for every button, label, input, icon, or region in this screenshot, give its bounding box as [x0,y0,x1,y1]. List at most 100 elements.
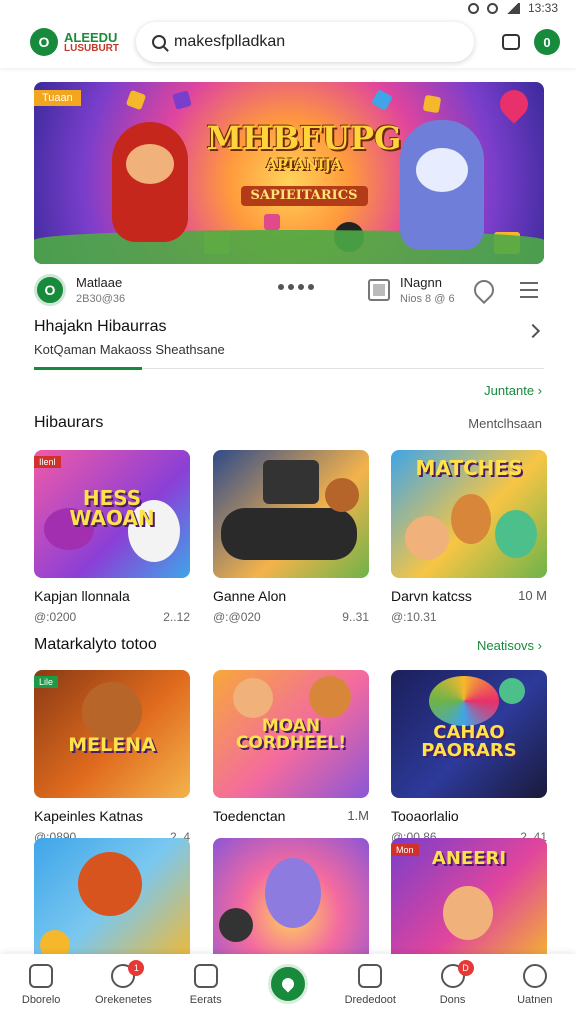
search-icon [152,35,166,49]
bottom-nav: Dborelo 1 Orekenetes Eerats Drededoot D … [0,954,576,1024]
game-card[interactable]: Mon ANEERI [391,838,547,966]
section2-title: Matarkalyto totoo [34,636,157,653]
game-name: Tooaorlalio [391,808,459,824]
search-bar[interactable]: makesfplladkan [136,22,474,62]
banner-red-bear [112,122,188,242]
thumb-title: MELENA [68,734,156,756]
search-input[interactable]: makesfplladkan [174,33,285,51]
nav-library[interactable]: Drededoot [335,964,405,1006]
right-stat: Nios 8 @ 6 [400,293,455,305]
heart-icon [494,84,534,124]
right-name: INagnn [400,275,442,290]
game-name: Kapjan llonnala [34,588,130,604]
edit-icon [193,964,218,988]
nav-label: Eerats [189,994,222,1006]
game-card[interactable] [213,838,369,966]
app-logo[interactable]: O ALEEDU LUSUBURT [30,28,130,56]
book-icon [358,964,383,988]
bear-figure [451,494,491,544]
nav-center[interactable] [253,964,323,1004]
nav-label: Dons [439,994,466,1006]
game-rating: 2..12 [163,610,190,624]
logo-line1: ALEEDU [64,29,118,45]
featured-more-link[interactable]: Juntante › [484,383,542,398]
game-thumbnail: Ilenl HESS WAOAN [34,450,190,578]
screen-icon[interactable] [368,279,390,301]
menu-icon[interactable] [520,282,538,298]
app-stat: 2B30@36 [76,293,126,305]
carousel-dots[interactable] [278,284,314,290]
location-icon[interactable] [469,275,499,305]
game-card[interactable]: MATCHES Darvn katcss 10 M @:10.31 [391,450,547,624]
app-header: O ALEEDU LUSUBURT makesfplladkan 0 [0,16,576,68]
hero-banner[interactable]: Tuaan MHBFUPG APIANIJA SAPIEITARICS [34,82,544,264]
status-time: 13:33 [527,1,558,15]
ball-icon [499,678,525,704]
fox-figure [233,678,273,718]
message-icon[interactable] [502,34,520,50]
banner-subtitle: APIANIJA [266,156,342,173]
game-thumbnail [34,838,190,966]
section1-right[interactable]: Mentclhsaan [468,416,542,431]
app-meta: Matlaae 2B30@36 [76,275,125,305]
account-badge[interactable]: 0 [534,29,560,55]
game-thumbnail: CAHAO PAORARS [391,670,547,798]
nav-profile[interactable]: Uatnen [500,964,570,1006]
banner-subtitle2: SAPIEITARICS [240,186,368,206]
nav-label: Drededoot [344,994,396,1006]
banner-title-main: MHBFUPG [206,119,402,157]
user-icon [522,964,547,988]
game-rating: 9..31 [342,610,369,624]
monster-figure [265,858,321,928]
game-card[interactable]: Lile MELENA Kapeinles Katnas @:0890 2..4 [34,670,190,844]
game-thumbnail: MATCHES [391,450,547,578]
app-info-row: O Matlaae 2B30@36 INagnn Nios 8 @ 6 [34,270,544,310]
wifi-icon [486,2,498,14]
game-card[interactable]: Ilenl HESS WAOAN Kapjan llonnala @:0200 2… [34,450,190,624]
decor-cube [172,90,192,110]
decor-cube [371,89,393,111]
featured-section[interactable]: Hhajakn Hibaurras KotQaman Makaoss Sheat… [34,318,544,370]
game-name: Kapeinles Katnas [34,808,143,824]
thumb-title: ANEERI [431,848,507,869]
nav-orders[interactable]: 1 Orekenetes [88,960,158,1006]
game-card[interactable]: MOAN CORDHEEL! Toedenctan 1.M [213,670,369,830]
featured-title: Hhajakn Hibaurras [34,318,167,335]
monster-figure [495,510,537,558]
card-tag: Ilenl [34,456,61,468]
kid-figure [405,516,449,560]
game-downloads: @:10.31 [391,610,437,624]
bear-figure [325,478,359,512]
nav-home[interactable]: Dborelo [6,964,76,1006]
ball-icon [429,676,499,726]
status-bar: 13:33 [0,0,576,16]
game-thumbnail: Mon ANEERI [391,838,547,966]
game-downloads: @:@020 [213,610,261,624]
game-name: Darvn katcss [391,588,472,604]
screen-icon [263,460,319,504]
game-size: 10 M [518,588,547,603]
game-card[interactable]: CAHAO PAORARS Tooaorlalio @:00.86 2..41 [391,670,547,844]
game-thumbnail: MOAN CORDHEEL! [213,670,369,798]
location-pin-icon [267,964,308,1004]
nav-label: Uatnen [517,994,553,1006]
game-thumbnail: Lile MELENA [34,670,190,798]
signal-icon [505,2,520,14]
app-name: Matlaae [76,275,123,290]
lion-figure [78,852,142,916]
thumb-title: MATCHES [415,456,523,480]
home-icon [29,964,54,988]
game-thumbnail [213,450,369,578]
banner-title: MHBFUPG APIANIJA SAPIEITARICS [204,119,404,206]
section2-more-link[interactable]: Neatisovs › [477,638,542,653]
app-badge[interactable]: O [34,274,66,306]
game-card[interactable] [34,838,190,966]
game-card[interactable]: Ganne Alon @:@020 9..31 [213,450,369,624]
banner-tag: Tuaan [34,90,81,106]
nav-messages[interactable]: D Dons [418,960,488,1006]
nav-events[interactable]: Eerats [171,964,241,1006]
featured-subtitle: KotQaman Makaoss Sheathsane [34,342,225,357]
decor-cube [125,89,147,111]
thumb-title: MOAN CORDHEEL! [235,716,347,753]
bear-figure [82,682,142,742]
